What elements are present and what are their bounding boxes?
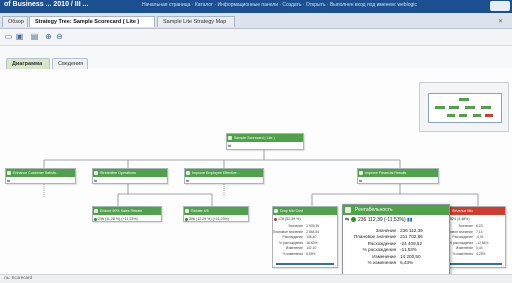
tab-strategy-tree[interactable]: Strategy Tree: Sample Scorecard ( Lite ) bbox=[29, 16, 155, 27]
overview-minimap[interactable] bbox=[419, 82, 509, 132]
status-ok-icon bbox=[94, 217, 97, 221]
node-status-icon: ⇆ bbox=[359, 179, 363, 183]
node-title: Ensure 90% Sales Rebate bbox=[100, 209, 143, 213]
kpi-node-expanded[interactable]: Drop Mkt Cost 178 (52,39 %) Значение 2 90… bbox=[272, 206, 338, 268]
kpi-node[interactable]: Ensure 90% Sales Rebate 236 (11,28 %) (+… bbox=[92, 206, 162, 222]
kpi-icon bbox=[345, 207, 351, 213]
header-title: of Business ... 2010 / III ... bbox=[4, 1, 89, 8]
objective-icon bbox=[228, 136, 232, 140]
tab-diagram[interactable]: Диаграмма bbox=[6, 58, 50, 69]
node-status-icon: ⇆ bbox=[228, 144, 232, 148]
tab-overview[interactable]: Обзор bbox=[2, 16, 28, 27]
popup-value: 236 112,39 (-11,53%) bbox=[357, 217, 406, 223]
node-status-icon: ⇆ bbox=[94, 179, 98, 183]
node-title: Enhance Customer Satisfa... bbox=[13, 171, 59, 175]
objective-node[interactable]: Enhance Customer Satisfa... ⇆ bbox=[5, 168, 76, 184]
kpi-node-expanded[interactable]: Revenue Mix 524 (4,48%) Значение 6,23 Пла… bbox=[442, 206, 506, 268]
node-title: Improve Employee Effective... bbox=[192, 171, 240, 175]
node-title: Streamline Operations bbox=[100, 171, 136, 175]
objective-node[interactable]: Improve Employee Effective... ⇆ bbox=[184, 168, 264, 184]
zoom-in-icon[interactable]: ⊕ bbox=[44, 32, 53, 41]
oracle-logo-icon bbox=[490, 1, 510, 11]
kpi-trend-bar bbox=[448, 263, 502, 265]
close-icon[interactable]: ✕ bbox=[498, 18, 506, 25]
save-icon[interactable]: ▣ bbox=[15, 32, 24, 41]
node-status-icon: ⇆ bbox=[186, 179, 190, 183]
tab-strategy-map[interactable]: Sample Lite Strategy Map bbox=[157, 16, 235, 27]
popup-title: Рентабельность bbox=[355, 207, 393, 213]
new-icon[interactable]: ▭ bbox=[4, 32, 13, 41]
status-ok-icon bbox=[350, 217, 356, 223]
chart-icon[interactable]: ▮▮ bbox=[407, 217, 413, 223]
tab-details[interactable]: Сведения bbox=[52, 58, 88, 69]
node-title: Revenue Mix bbox=[452, 209, 473, 213]
view-subtabs: Диаграмма Сведения bbox=[0, 46, 512, 70]
refresh-icon[interactable]: ⇆ bbox=[345, 217, 349, 223]
top-header-bar: of Business ... 2010 / III ... Начальная… bbox=[0, 0, 512, 13]
kpi-details: Значение 6,23 Плановое значение 7,14 Расхо… bbox=[442, 224, 489, 256]
kpi-magnified-popup[interactable]: Рентабельность ⇆ 236 112,39 (-11,53%) ▮▮… bbox=[342, 204, 450, 277]
zoom-out-icon[interactable]: ⊖ bbox=[55, 32, 64, 41]
node-title: Drop Mkt Cost bbox=[280, 209, 303, 213]
scorecard-root-node[interactable]: Sample Scorecard ( Lite ) ⇆ bbox=[226, 133, 304, 150]
objective-node[interactable]: Streamline Operations ⇆ bbox=[92, 168, 168, 184]
kpi-trend-bar bbox=[276, 263, 334, 265]
status-text: ль: Scorecard bbox=[4, 275, 32, 280]
document-tabs: Обзор Strategy Tree: Sample Scorecard ( … bbox=[0, 13, 512, 29]
toolbar: ▭ ▣ ▤ ⊕ ⊖ bbox=[0, 29, 512, 46]
kpi-value: 236 (11,28 %) (+11,23%) bbox=[98, 217, 138, 221]
kpi-node[interactable]: Rebate 4/5 306 (12,29 %) (+11,23%) bbox=[183, 206, 249, 222]
objective-node[interactable]: Improve Financial Results ⇆ bbox=[357, 168, 439, 184]
popup-details: Значение 236 112,39 Плановое значение 211 … bbox=[353, 228, 423, 265]
kpi-value: 524 (4,48%) bbox=[450, 217, 470, 221]
kpi-value: 306 (12,29 %) (+11,23%) bbox=[189, 217, 229, 221]
kpi-value: 178 (52,39 %) bbox=[278, 217, 301, 221]
node-title: Rebate 4/5 bbox=[191, 209, 209, 213]
kpi-details: Значение 2 905,36 Плановое значение 2 864,… bbox=[272, 224, 320, 256]
minimap-viewport[interactable] bbox=[428, 93, 502, 123]
print-icon[interactable]: ▤ bbox=[30, 32, 39, 41]
node-title: Improve Financial Results bbox=[365, 171, 407, 175]
node-status-icon: ⇆ bbox=[7, 179, 11, 183]
status-warning-icon bbox=[274, 217, 277, 221]
global-links[interactable]: Начальная страница · Каталог · Информаци… bbox=[142, 2, 417, 8]
node-title: Sample Scorecard ( Lite ) bbox=[234, 136, 275, 140]
status-ok-icon bbox=[185, 217, 188, 221]
